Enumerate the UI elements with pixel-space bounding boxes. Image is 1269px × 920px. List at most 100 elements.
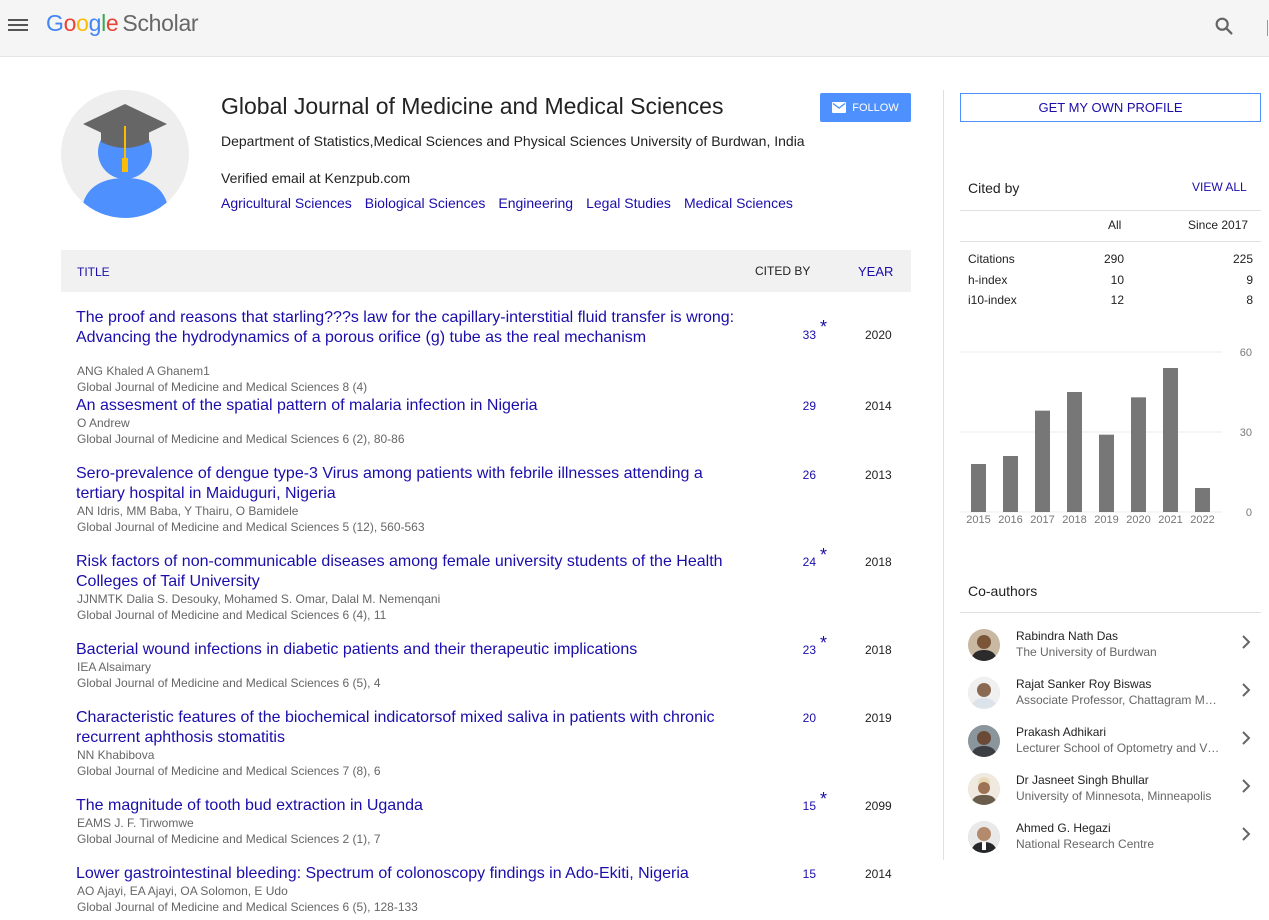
divider [960, 210, 1261, 211]
cited-by-count[interactable]: 24 [776, 555, 816, 569]
article-title-link[interactable]: The magnitude of tooth bud extraction in… [76, 796, 741, 816]
stat-label: i10-index [968, 293, 1017, 307]
chart-bar [1163, 368, 1178, 512]
chart-bar [1067, 392, 1082, 512]
col-all-header: All [1108, 218, 1122, 232]
avatar [968, 725, 1000, 757]
article-title-link[interactable]: Lower gastrointestinal bleeding: Spectru… [76, 864, 741, 884]
chevron-right-icon [1242, 635, 1251, 649]
column-divider [943, 90, 944, 860]
follow-button[interactable]: FOLLOW [820, 93, 911, 122]
coauthor-name: Rajat Sanker Roy Biswas [1016, 677, 1152, 691]
cited-by-count[interactable]: 15 [776, 799, 816, 813]
coauthor-item[interactable]: Rabindra Nath Das The University of Burd… [968, 629, 1258, 669]
article-title-link[interactable]: The proof and reasons that starling???s … [76, 308, 741, 348]
interest-link[interactable]: Biological Sciences [365, 195, 486, 211]
interest-link[interactable]: Agricultural Sciences [221, 195, 352, 211]
stat-all: 10 [1110, 273, 1124, 287]
stat-all: 12 [1110, 293, 1124, 307]
chart-bar [1003, 456, 1018, 512]
cited-by-count[interactable]: 29 [776, 399, 816, 413]
article-title-link[interactable]: Risk factors of non-communicable disease… [76, 552, 741, 592]
stat-label: h-index [968, 273, 1008, 287]
merged-citation-star[interactable]: * [820, 790, 827, 808]
coauthor-item[interactable]: Dr Jasneet Singh Bhullar University of M… [968, 773, 1258, 813]
coauthor-affiliation: Associate Professor, Chattagram Maa-O-Sh… [1016, 693, 1221, 707]
article-year: 2018 [865, 643, 892, 657]
cited-by-count[interactable]: 20 [776, 711, 816, 725]
coauthor-item[interactable]: Prakash Adhikari Lecturer School of Opto… [968, 725, 1258, 765]
profile-name: Global Journal of Medicine and Medical S… [221, 93, 724, 119]
get-my-own-profile-button[interactable]: GET MY OWN PROFILE [960, 93, 1261, 122]
coauthor-affiliation: National Research Centre [1016, 837, 1155, 851]
interest-link[interactable]: Legal Studies [586, 195, 671, 211]
chart-x-tick-label: 2021 [1158, 514, 1182, 526]
article-venue: Global Journal of Medicine and Medical S… [77, 432, 405, 446]
stat-label: Citations [968, 252, 1015, 266]
article-authors: JJNMTK Dalia S. Desouky, Mohamed S. Omar… [77, 592, 441, 606]
article-year: 2019 [865, 711, 892, 725]
article-authors: AN Idris, MM Baba, Y Thairu, O Bamidele [77, 504, 299, 518]
profile-affiliation: Department of Statistics,Medical Science… [221, 133, 805, 149]
article-authors: NN Khabibova [77, 748, 155, 762]
article-venue: Global Journal of Medicine and Medical S… [77, 608, 387, 622]
col-since-header: Since 2017 [1188, 218, 1249, 232]
cited-by-count[interactable]: 33 [776, 328, 816, 342]
article-title-link[interactable]: Sero-prevalence of dengue type-3 Virus a… [76, 464, 741, 504]
merged-citation-star[interactable]: * [820, 318, 827, 336]
chart-bar [1131, 397, 1146, 512]
chevron-right-icon [1242, 779, 1251, 793]
google-scholar-logo[interactable]: Google Scholar [46, 10, 199, 37]
avatar [968, 773, 1000, 805]
coauthor-affiliation: The University of Burdwan [1016, 645, 1157, 659]
hamburger-menu-icon[interactable] [8, 17, 28, 33]
article-year: 2013 [865, 468, 892, 482]
merged-citation-star[interactable]: * [820, 546, 827, 564]
article-authors: IEA Alsaimary [77, 660, 152, 674]
chart-y-tick-label: 30 [1240, 427, 1252, 439]
coauthor-item[interactable]: Ahmed G. Hegazi National Research Centre [968, 821, 1258, 861]
interest-link[interactable]: Medical Sciences [684, 195, 793, 211]
coauthor-item[interactable]: Rajat Sanker Roy Biswas Associate Profes… [968, 677, 1258, 717]
chart-x-tick-label: 2020 [1126, 514, 1150, 526]
article-title-link[interactable]: An assesment of the spatial pattern of m… [76, 396, 741, 416]
sort-by-year[interactable]: YEAR [858, 264, 893, 279]
interest-link[interactable]: Engineering [498, 195, 573, 211]
stat-row-h-index: h-index 10 9 [968, 273, 1253, 293]
cited-by-count[interactable]: 15 [776, 867, 816, 881]
article-year: 2014 [865, 399, 892, 413]
cited-by-count[interactable]: 26 [776, 468, 816, 482]
chevron-right-icon [1242, 827, 1251, 841]
chart-x-tick-label: 2018 [1062, 514, 1086, 526]
article-title-link[interactable]: Characteristic features of the biochemic… [76, 708, 741, 748]
research-interests: Agricultural Sciences Biological Sciences… [221, 195, 806, 211]
scrollbar-edge [1267, 20, 1268, 36]
article-venue: Global Journal of Medicine and Medical S… [77, 676, 381, 690]
coauthor-name: Prakash Adhikari [1016, 725, 1107, 739]
merged-citation-star[interactable]: * [820, 634, 827, 652]
article-authors: ANG Khaled A Ghanem1 [77, 364, 210, 378]
cited-by-count[interactable]: 23 [776, 643, 816, 657]
stat-since: 225 [1232, 252, 1253, 266]
article-title-link[interactable]: Bacterial wound infections in diabetic p… [76, 640, 741, 660]
search-icon[interactable] [1213, 15, 1235, 37]
sort-by-title[interactable]: TITLE [77, 265, 110, 279]
chart-bar [1195, 488, 1210, 512]
stat-since: 8 [1246, 293, 1253, 307]
view-all-link[interactable]: VIEW ALL [1192, 180, 1247, 194]
top-bar: Google Scholar [0, 0, 1269, 57]
chart-x-tick-label: 2022 [1190, 514, 1214, 526]
chart-bar [971, 464, 986, 512]
divider [960, 612, 1261, 613]
cited-by-column-header: CITED BY [755, 264, 811, 278]
citations-bar-chart: 60 30 0 2015 2016 2017 2018 2019 2020 2021 2022 [960, 347, 1252, 526]
article-venue: Global Journal of Medicine and Medical S… [77, 520, 425, 534]
coauthor-affiliation: Lecturer School of Optometry and Vision … [1016, 741, 1221, 755]
coauthor-affiliation: University of Minnesota, Minneapolis [1016, 789, 1212, 803]
chart-y-tick-label: 60 [1240, 347, 1252, 359]
article-year: 2014 [865, 867, 892, 881]
avatar [968, 821, 1000, 853]
stat-row-i10-index: i10-index 12 8 [968, 293, 1253, 313]
follow-label: FOLLOW [852, 101, 899, 114]
article-year: 2020 [865, 328, 892, 342]
